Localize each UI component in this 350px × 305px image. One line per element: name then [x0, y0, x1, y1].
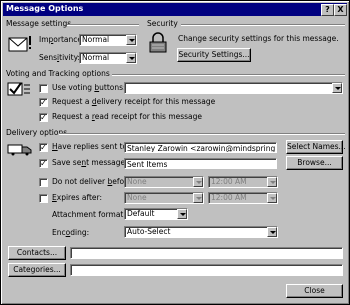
expires-checkbox[interactable] — [39, 194, 48, 203]
encoding-value: Auto-Select — [127, 227, 171, 236]
do-not-deliver-label: Do not deliver before: — [52, 177, 134, 186]
chevron-down-icon[interactable] — [193, 177, 203, 187]
lock-icon — [149, 32, 167, 53]
read-receipt-checkbox[interactable]: ✓ — [39, 113, 48, 122]
use-voting-label: Use voting buttons: — [52, 83, 126, 92]
chevron-down-icon[interactable] — [126, 53, 136, 63]
message-settings-divider — [67, 24, 139, 26]
dialog-title: Message Options — [6, 4, 84, 13]
contacts-field[interactable] — [70, 247, 343, 259]
do-not-deliver-date-dropdown[interactable]: None — [124, 176, 204, 188]
security-description: Change security settings for this messag… — [178, 34, 339, 43]
save-sent-checkbox[interactable]: ✓ — [39, 159, 48, 168]
security-settings-button[interactable]: Security Settings... — [177, 48, 251, 62]
security-heading: Security — [147, 19, 178, 28]
delivery-heading: Delivery options — [6, 128, 68, 137]
replies-recipient-field[interactable]: Stanley Zarowin <zarowin@mindspring.com> — [124, 142, 277, 153]
message-settings-heading: Message settings — [6, 19, 72, 28]
chevron-down-icon[interactable] — [267, 227, 277, 237]
sensitivity-value: Normal — [82, 53, 110, 62]
title-bar: Message Options ? X — [3, 3, 347, 16]
encoding-label: Encoding: — [52, 228, 90, 237]
expires-time-dropdown[interactable]: 12:00 AM — [208, 192, 278, 204]
close-window-button[interactable]: X — [334, 4, 347, 16]
delivery-truck-icon — [7, 144, 32, 156]
save-sent-folder-field[interactable]: Sent Items — [124, 158, 277, 169]
envelope-icon — [8, 36, 31, 52]
have-replies-checkbox[interactable]: ✓ — [39, 143, 48, 152]
message-options-dialog: Message Options ? X Message settings Imp… — [0, 0, 350, 305]
do-not-deliver-time-dropdown[interactable]: 12:00 AM — [208, 176, 278, 188]
delivery-receipt-label: Request a delivery receipt for this mess… — [52, 97, 216, 106]
delivery-divider — [59, 133, 345, 135]
voting-checkmark-icon — [7, 82, 30, 96]
voting-buttons-dropdown[interactable] — [124, 82, 343, 94]
read-receipt-label: Request a read receipt for this message — [52, 112, 203, 121]
browse-button[interactable]: Browse... — [286, 156, 343, 170]
encoding-dropdown[interactable]: Auto-Select — [124, 226, 278, 238]
attachment-format-dropdown[interactable]: Default — [124, 208, 188, 220]
expires-time-value: 12:00 AM — [211, 193, 247, 202]
chevron-down-icon[interactable] — [267, 177, 277, 187]
help-button[interactable]: ? — [321, 4, 334, 16]
categories-field[interactable] — [70, 264, 343, 276]
delivery-receipt-checkbox[interactable]: ✓ — [39, 98, 48, 107]
expires-label: Expires after: — [52, 193, 102, 202]
importance-dropdown[interactable]: Normal — [79, 34, 137, 46]
security-divider — [181, 24, 345, 26]
chevron-down-icon[interactable] — [193, 193, 203, 203]
sensitivity-dropdown[interactable]: Normal — [79, 52, 137, 64]
chevron-down-icon[interactable] — [267, 193, 277, 203]
select-names-button[interactable]: Select Names... — [286, 140, 346, 154]
importance-value: Normal — [82, 35, 110, 44]
attachment-format-label: Attachment format: — [52, 210, 126, 219]
categories-button[interactable]: Categories... — [8, 263, 66, 277]
contacts-button[interactable]: Contacts... — [8, 246, 66, 260]
sensitivity-label: Sensitivity: — [39, 53, 81, 62]
voting-heading: Voting and Tracking options — [6, 69, 110, 78]
chevron-down-icon[interactable] — [332, 83, 342, 93]
do-not-deliver-time-value: 12:00 AM — [211, 177, 247, 186]
use-voting-checkbox[interactable] — [39, 84, 48, 93]
voting-divider — [112, 74, 345, 76]
expires-date-dropdown[interactable]: None — [124, 192, 204, 204]
importance-label: Importance: — [39, 35, 85, 44]
attachment-format-value: Default — [127, 209, 155, 218]
chevron-down-icon[interactable] — [126, 35, 136, 45]
do-not-deliver-date-value: None — [127, 177, 147, 186]
close-button[interactable]: Close — [286, 284, 343, 298]
expires-date-value: None — [127, 193, 147, 202]
chevron-down-icon[interactable] — [177, 209, 187, 219]
have-replies-label: Have replies sent to: — [52, 142, 130, 151]
do-not-deliver-checkbox[interactable] — [39, 178, 48, 187]
